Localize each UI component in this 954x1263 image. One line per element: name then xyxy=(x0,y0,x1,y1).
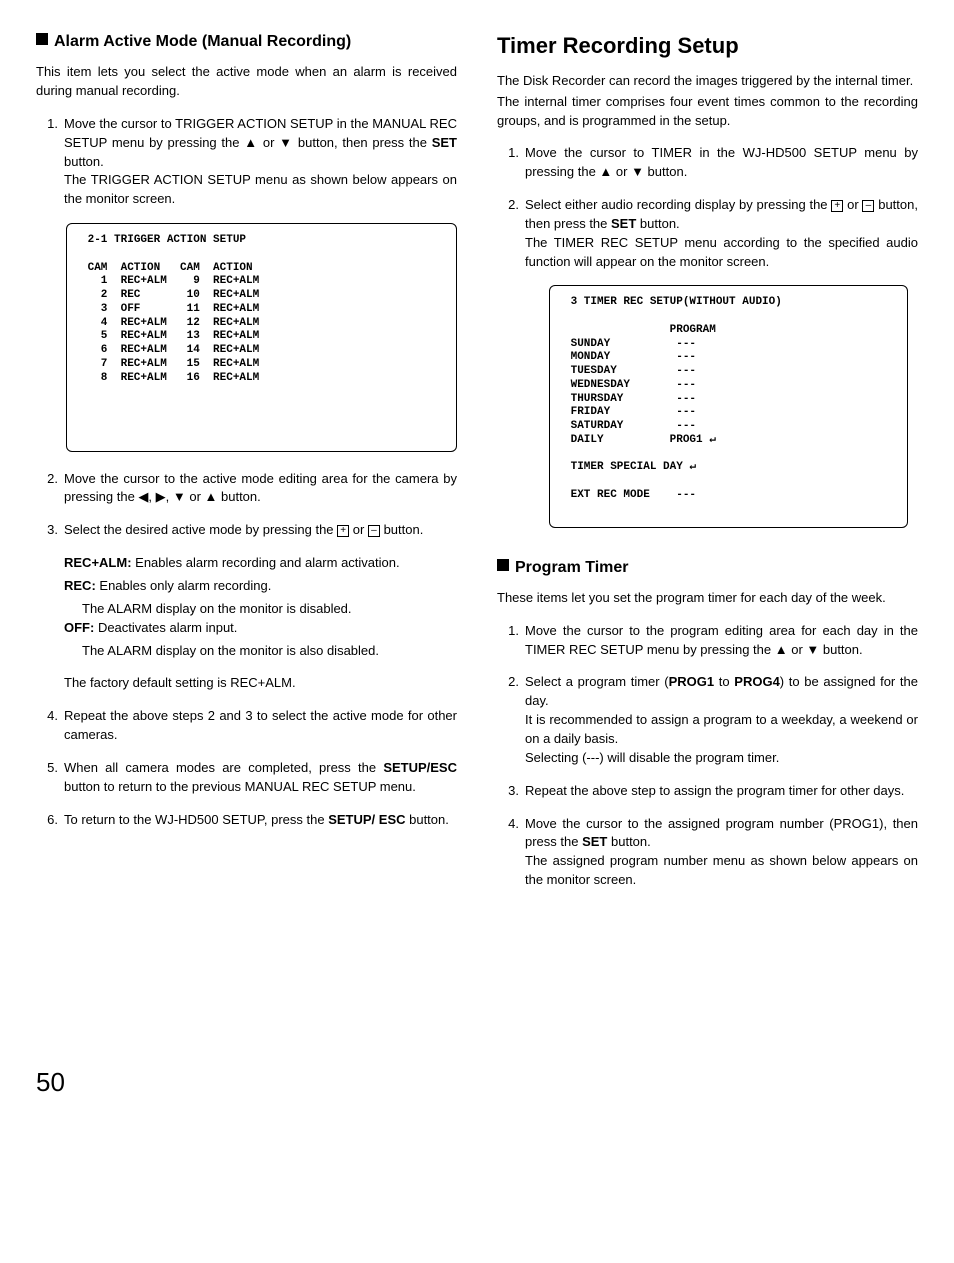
page-number: 50 xyxy=(36,1064,918,1102)
step-body: When all camera modes are completed, pre… xyxy=(64,759,457,797)
plus-icon: + xyxy=(337,525,349,537)
step-number: 4. xyxy=(36,707,64,745)
program-timer-steps: 1. Move the cursor to the program editin… xyxy=(497,622,918,890)
plus-icon: + xyxy=(831,200,843,212)
timer-steps: 1. Move the cursor to TIMER in the WJ-HD… xyxy=(497,144,918,271)
heading-text: Program Timer xyxy=(515,556,629,579)
step-body: Move the cursor to the program editing a… xyxy=(525,622,918,660)
step-number: 2. xyxy=(497,196,525,271)
step-body: Repeat the above step to assign the prog… xyxy=(525,782,918,801)
step-number: 1. xyxy=(36,115,64,209)
def-label: OFF: xyxy=(64,620,94,635)
alarm-active-mode-heading: Alarm Active Mode (Manual Recording) xyxy=(36,30,457,53)
step-body: Move the cursor to the active mode editi… xyxy=(64,470,457,508)
square-bullet-icon xyxy=(497,559,509,571)
step-body: Select the desired active mode by pressi… xyxy=(64,521,457,540)
step-body: Move the cursor to TRIGGER ACTION SETUP … xyxy=(64,115,457,209)
step-number: 3. xyxy=(36,521,64,540)
def-text: Enables alarm recording and alarm activa… xyxy=(132,555,400,570)
step-number: 2. xyxy=(497,673,525,767)
step-number: 1. xyxy=(497,622,525,660)
step-number: 6. xyxy=(36,811,64,830)
right-column: Timer Recording Setup The Disk Recorder … xyxy=(497,30,918,904)
step-body: Move the cursor to TIMER in the WJ-HD500… xyxy=(525,144,918,182)
def-subtext: The ALARM display on the monitor is also… xyxy=(82,642,457,661)
minus-icon: – xyxy=(862,200,874,212)
step-body: To return to the WJ-HD500 SETUP, press t… xyxy=(64,811,457,830)
step-body: Repeat the above steps 2 and 3 to select… xyxy=(64,707,457,745)
mode-definitions: REC+ALM: Enables alarm recording and ala… xyxy=(64,554,457,693)
step-number: 1. xyxy=(497,144,525,182)
timer-recording-setup-heading: Timer Recording Setup xyxy=(497,30,918,62)
step-body: Select either audio recording display by… xyxy=(525,196,918,271)
alarm-mode-steps-cont2: 4. Repeat the above steps 2 and 3 to sel… xyxy=(36,707,457,829)
step-body: Move the cursor to the assigned program … xyxy=(525,815,918,890)
alarm-mode-steps: 1. Move the cursor to TRIGGER ACTION SET… xyxy=(36,115,457,209)
left-column: Alarm Active Mode (Manual Recording) Thi… xyxy=(36,30,457,904)
timer-intro-2: The internal timer comprises four event … xyxy=(497,93,918,131)
def-text: Deactivates alarm input. xyxy=(94,620,237,635)
step-number: 4. xyxy=(497,815,525,890)
def-text: Enables only alarm recording. xyxy=(96,578,272,593)
step-body: Select a program timer (PROG1 to PROG4) … xyxy=(525,673,918,767)
program-timer-intro: These items let you set the program time… xyxy=(497,589,918,608)
alarm-mode-intro: This item lets you select the active mod… xyxy=(36,63,457,101)
def-subtext: The ALARM display on the monitor is disa… xyxy=(82,600,457,619)
alarm-mode-steps-cont: 2. Move the cursor to the active mode ed… xyxy=(36,470,457,541)
timer-rec-setup-screen: 3 TIMER REC SETUP(WITHOUT AUDIO) PROGRAM… xyxy=(549,285,908,527)
def-label: REC: xyxy=(64,578,96,593)
step-number: 5. xyxy=(36,759,64,797)
minus-icon: – xyxy=(368,525,380,537)
step-number: 3. xyxy=(497,782,525,801)
step-number: 2. xyxy=(36,470,64,508)
def-label: REC+ALM: xyxy=(64,555,132,570)
heading-text: Alarm Active Mode (Manual Recording) xyxy=(54,30,351,53)
program-timer-heading: Program Timer xyxy=(497,556,918,579)
square-bullet-icon xyxy=(36,33,48,45)
timer-intro-1: The Disk Recorder can record the images … xyxy=(497,72,918,91)
factory-default-note: The factory default setting is REC+ALM. xyxy=(64,674,457,693)
trigger-action-setup-screen: 2-1 TRIGGER ACTION SETUP CAM ACTION CAM … xyxy=(66,223,457,452)
